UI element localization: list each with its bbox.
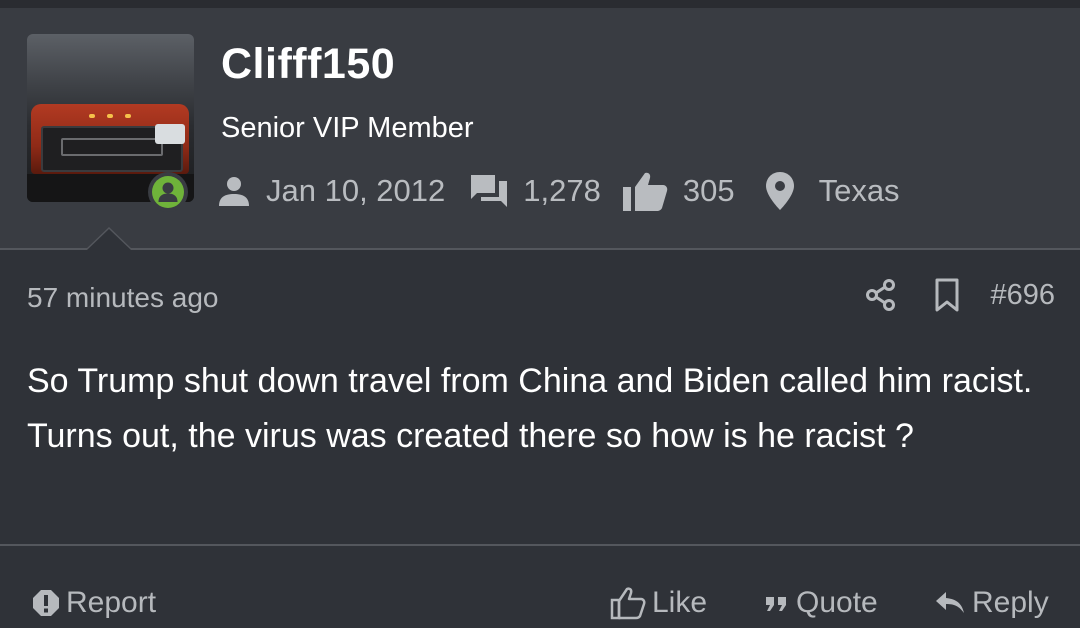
reaction-score: 305 [682, 173, 735, 208]
user-online-icon [158, 182, 178, 202]
username[interactable]: Clifff150 [221, 40, 395, 89]
map-pin-icon [765, 172, 794, 210]
quote-label: Quote [796, 586, 878, 619]
messages-icon [471, 175, 508, 207]
joined-stat: Jan 10, 2012 [216, 173, 445, 209]
quote-button[interactable]: Quote [764, 586, 878, 620]
like-label: Like [652, 586, 708, 619]
post-number[interactable]: #696 [990, 279, 1055, 312]
user-stats: Jan 10, 2012 1,278 305 Texas [216, 168, 900, 214]
user-title: Senior VIP Member [221, 112, 474, 144]
report-label: Report [66, 586, 157, 619]
joined-date: Jan 10, 2012 [266, 173, 446, 208]
online-status-badge [148, 172, 188, 212]
messages-count: 1,278 [523, 173, 601, 208]
user-panel-divider [0, 248, 1080, 250]
location-stat: Texas [765, 171, 900, 211]
post-footer: Report Like Quote Reply [0, 546, 1080, 628]
thumbs-up-icon [622, 172, 668, 211]
reply-label: Reply [972, 586, 1049, 619]
report-icon [33, 590, 59, 616]
report-button[interactable]: Report [32, 586, 156, 620]
post-tools: #696 [866, 278, 1055, 312]
post-time[interactable]: 57 minutes ago [27, 282, 218, 314]
like-button[interactable]: Like [610, 586, 707, 620]
bookmark-icon[interactable] [934, 278, 960, 312]
location[interactable]: Texas [819, 173, 900, 209]
messages-stat: 1,278 [469, 171, 601, 211]
quote-icon [766, 597, 786, 611]
post-body: So Trump shut down travel from China and… [27, 362, 1033, 455]
share-icon[interactable] [866, 279, 896, 311]
reply-button[interactable]: Reply [934, 586, 1049, 620]
top-bar [0, 0, 1080, 8]
reactions-stat: 305 [622, 171, 735, 211]
user-icon [219, 177, 249, 206]
like-icon [610, 587, 646, 620]
reply-icon [936, 592, 964, 613]
